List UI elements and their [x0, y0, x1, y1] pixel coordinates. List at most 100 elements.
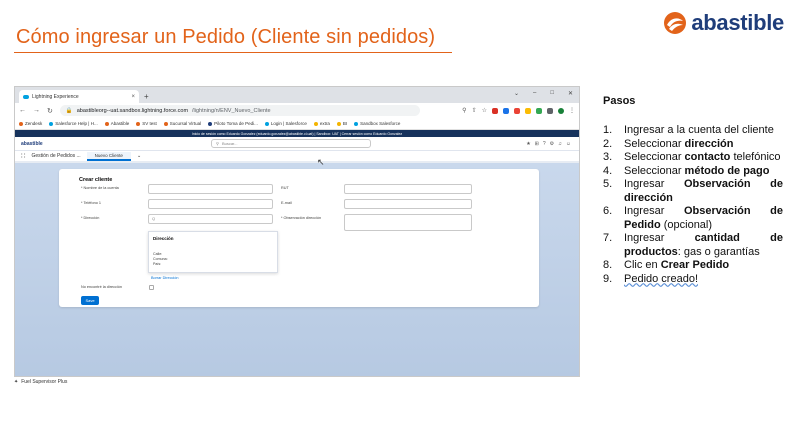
add-icon[interactable]: ⊞	[535, 141, 539, 147]
login-as-banner: Inicio de sesión como Eduardo Gonzalez (…	[15, 130, 579, 137]
bookmark-item[interactable]: Login | Salesforce	[264, 121, 307, 126]
zoom-icon[interactable]: ⚲	[462, 107, 466, 114]
profile-avatar[interactable]	[558, 107, 564, 114]
global-search-input[interactable]: ⚲ Buscar...	[211, 139, 371, 148]
tab-nuevo-cliente[interactable]: Nuevo Cliente	[86, 151, 131, 161]
browser-window: Lightning Experience × + ⌄ – □ ✕ ← → ↻ 🔒…	[14, 86, 580, 377]
field-label-observacion: * Observación dirección	[281, 216, 322, 220]
crear-cliente-form: Crear cliente * Nombre de la cuenta RUT …	[59, 169, 539, 307]
bookmarks-bar: Zendesk Salesforce Help | H... Abastible…	[15, 118, 579, 130]
search-icon: ⚲	[216, 141, 219, 146]
steps-heading: Pasos	[603, 95, 636, 107]
extension-icon[interactable]	[503, 107, 509, 114]
chevron-down-icon[interactable]: ⌄	[514, 90, 519, 97]
bookmark-item[interactable]: SV test	[136, 121, 157, 126]
salesforce-header: abastible ⚲ Buscar... ★ ⊞ ? ⚙ ♫ ☺	[15, 137, 579, 151]
logo-wordmark: abastible	[691, 10, 784, 35]
borrar-direccion-link[interactable]: Borrar Dirección	[151, 276, 178, 280]
app-name: Gestión de Pedidos ...	[31, 153, 81, 159]
extension-icon[interactable]	[514, 107, 520, 114]
gear-icon[interactable]: ⚙	[550, 141, 554, 147]
step-item: 9. Pedido creado!	[603, 272, 698, 285]
page-body: Crear cliente * Nombre de la cuenta RUT …	[15, 157, 579, 376]
bookmark-item[interactable]: extra	[313, 121, 330, 126]
flame-logo-icon	[664, 12, 687, 34]
email-input[interactable]	[344, 199, 472, 209]
step-item: 3. Seleccionar contacto telefónico	[603, 151, 781, 163]
observacion-textarea[interactable]	[344, 214, 472, 231]
direccion-search-input[interactable]: Q	[148, 214, 273, 224]
field-label-email: E-mail	[281, 201, 292, 205]
caption-text: Fuel Supervisor Plus	[21, 379, 68, 385]
rut-input[interactable]	[344, 184, 472, 194]
step-item: 4. Seleccionar método de pago	[603, 164, 770, 177]
field-label-telefono: * Teléfono 1	[81, 201, 101, 205]
minimize-icon[interactable]: –	[533, 90, 536, 97]
favorites-icon[interactable]: ★	[526, 141, 530, 147]
extension-icons: ⚲ ⇧ ☆ ⋮	[462, 107, 575, 114]
puzzle-icon[interactable]	[547, 107, 553, 114]
bookmark-item[interactable]: Abastible	[104, 121, 129, 126]
maximize-icon[interactable]: □	[550, 90, 554, 97]
bookmark-item[interactable]: BI	[336, 121, 347, 126]
abastible-logo: abastible	[663, 10, 784, 36]
back-icon[interactable]: ←	[19, 107, 26, 114]
extension-icon[interactable]	[492, 107, 498, 114]
bookmark-item[interactable]: Zendesk	[19, 121, 42, 126]
window-controls: ⌄ – □ ✕	[514, 90, 573, 97]
slide: Cómo ingresar un Pedido (Cliente sin ped…	[0, 0, 800, 448]
step-item: 2. Seleccionar dirección	[603, 137, 734, 150]
bookmark-item[interactable]: Piloto Toma de Pedi...	[208, 121, 258, 126]
reload-icon[interactable]: ↻	[47, 107, 53, 115]
browser-tab-title: Lightning Experience	[32, 93, 79, 100]
step-item: 6. Ingresar Observación de Pedido (opcion…	[603, 205, 783, 231]
step-item: 8. Clic en Crear Pedido	[603, 259, 730, 271]
screenshot-caption: ✦ Fuel Supervisor Plus	[14, 379, 67, 385]
form-title: Crear cliente	[79, 177, 113, 183]
telefono-input[interactable]	[148, 199, 273, 209]
search-placeholder: Buscar...	[221, 141, 238, 146]
field-label-direccion: * Dirección	[81, 216, 100, 220]
address-bar-row: ← → ↻ 🔒 abastibleorg--uat.sandbox.lightn…	[15, 103, 579, 118]
step-item: 1. Ingresar a la cuenta del cliente	[603, 124, 774, 136]
search-icon: Q	[152, 216, 156, 221]
dropdown-item[interactable]: Calle:	[153, 252, 162, 256]
forward-icon[interactable]: →	[33, 107, 40, 114]
dropdown-item[interactable]: País:	[153, 262, 161, 266]
slide-title: Cómo ingresar un Pedido (Cliente sin ped…	[16, 26, 436, 48]
chevron-down-icon[interactable]: ⌄	[137, 153, 141, 159]
save-button[interactable]: Save	[81, 296, 99, 305]
browser-tab[interactable]: Lightning Experience ×	[19, 90, 139, 103]
new-tab-button[interactable]: +	[144, 92, 149, 101]
close-tab-icon[interactable]: ×	[131, 94, 135, 100]
nombre-input[interactable]	[148, 184, 273, 194]
url-path: /lightning/n/ENV_Nuevo_Cliente	[192, 107, 271, 114]
star-icon[interactable]: ☆	[482, 107, 487, 114]
close-window-icon[interactable]: ✕	[568, 90, 573, 97]
bookmark-item[interactable]: Sandbox Salesforce	[354, 121, 400, 126]
bookmark-item[interactable]: Salesforce Help | H...	[49, 121, 98, 126]
user-avatar[interactable]: ☺	[566, 141, 571, 147]
dropdown-item[interactable]: Comuna:	[153, 257, 168, 261]
menu-dots-icon[interactable]: ⋮	[569, 107, 575, 114]
extension-icon[interactable]	[525, 107, 531, 114]
share-icon[interactable]: ⇧	[472, 107, 477, 114]
lock-icon: 🔒	[65, 107, 73, 114]
bell-icon[interactable]: ♫	[558, 141, 562, 147]
field-label-rut: RUT	[281, 186, 289, 190]
no-encontre-checkbox[interactable]	[149, 285, 154, 290]
help-icon[interactable]: ?	[543, 141, 546, 147]
url-input[interactable]: 🔒 abastibleorg--uat.sandbox.lightning.fo…	[59, 105, 420, 116]
app-navigation: ∷ Gestión de Pedidos ... Nuevo Cliente ⌄	[15, 151, 579, 163]
header-utility-icons: ★ ⊞ ? ⚙ ♫ ☺	[526, 141, 571, 147]
app-launcher-icon[interactable]: ∷	[21, 152, 25, 160]
field-label-nombre: * Nombre de la cuenta	[81, 186, 119, 190]
extension-icon[interactable]	[536, 107, 542, 114]
title-underline	[14, 52, 452, 53]
step-item: 7. Ingresar cantidad de productos: gas o …	[603, 232, 783, 258]
browser-tabbar: Lightning Experience × + ⌄ – □ ✕	[15, 87, 579, 103]
salesforce-org-logo: abastible	[21, 140, 43, 147]
salesforce-cloud-icon	[23, 94, 29, 99]
dropdown-title: Dirección	[153, 236, 174, 241]
bookmark-item[interactable]: Sucursal Virtual	[163, 121, 201, 126]
